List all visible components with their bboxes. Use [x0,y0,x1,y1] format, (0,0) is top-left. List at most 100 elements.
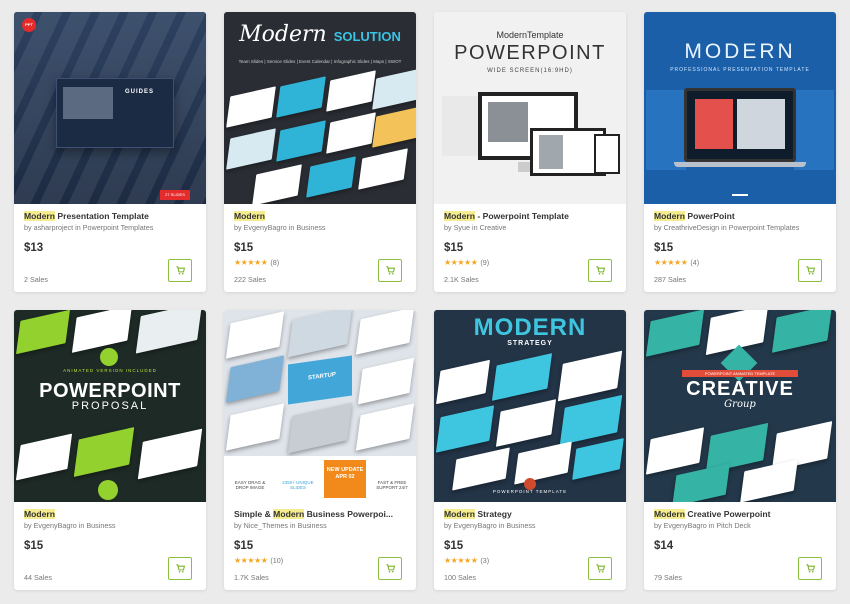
cart-icon [385,564,395,573]
cart-icon [175,564,185,573]
add-to-cart-button[interactable] [168,259,192,282]
product-author: by EvgenyBagro in Business [234,223,326,232]
ppt-badge: PPT [22,18,36,32]
review-count: (10) [270,556,284,565]
product-author: by EvgenyBagro in Business [24,521,116,530]
thumb-heading: MODERN [473,314,587,341]
add-to-cart-button[interactable] [168,557,192,580]
sales-count: 44 Sales [24,573,52,582]
thumb-tagline: ANIMATED VERSION INCLUDED [63,368,157,373]
product-card[interactable]: Modern SOLUTION Team Slides | Service Sl… [224,12,416,292]
category-link[interactable]: Powerpoint Templates [729,223,800,232]
author-link[interactable]: Nice_Themes [244,521,288,530]
sales-count: 100 Sales [444,573,476,582]
product-thumbnail[interactable]: POWERPOINT ANIMATED TEMPLATE CREATIVE Gr… [644,310,836,502]
thumb-subtitle: PROFESSIONAL PRESENTATION TEMPLATE [670,67,810,73]
product-card[interactable]: POWERPOINT ANIMATED TEMPLATE CREATIVE Gr… [644,310,836,590]
feature-tile: EASY DRAG & DROP IMAGE [234,480,266,490]
author-link[interactable]: asharproject [34,223,74,232]
sales-count: 79 Sales [654,573,682,582]
product-title[interactable]: Simple & Modern Business Powerpoi... [234,508,406,520]
star-rating-icon: ★★★★★ [444,556,478,565]
product-price: $15 [444,242,464,254]
product-price: $15 [24,540,44,552]
cart-icon [595,266,605,275]
cart-icon [175,266,185,275]
product-title[interactable]: Modern Strategy [444,508,616,520]
feature-tile: FAST & FREE SUPPORT 24/7 [376,480,408,490]
product-thumbnail[interactable]: STARTUP EASY DRAG & DROP IMAGE 2350+ UNI… [224,310,416,502]
add-to-cart-button[interactable] [588,557,612,580]
product-title[interactable]: Modern [234,210,406,222]
thumb-line: ModernTemplate [496,30,564,40]
sales-count: 287 Sales [654,275,686,284]
product-price: $15 [234,540,254,552]
cart-icon [595,564,605,573]
product-thumbnail[interactable]: ModernTemplate POWERPOINT WIDE SCREEN(16… [434,12,626,204]
category-link[interactable]: Pitch Deck [716,521,750,530]
slides-tag: 27 SLIDES [160,190,190,200]
category-link[interactable]: Business [506,521,535,530]
author-link[interactable]: CreathriveDesign [664,223,720,232]
product-author: by EvgenyBagro in Pitch Deck [654,521,751,530]
product-title[interactable]: Modern Presentation Template [24,210,196,222]
product-title[interactable]: Modern Creative Powerpoint [654,508,826,520]
thumb-heading: MODERN [684,40,796,63]
product-card[interactable]: MODERN STRATEGY POWERPOINT TEMPLATE Mode… [434,310,626,590]
category-link[interactable]: Business [86,521,115,530]
product-card[interactable]: STARTUP EASY DRAG & DROP IMAGE 2350+ UNI… [224,310,416,590]
product-price: $14 [654,540,674,552]
product-price: $15 [444,540,464,552]
product-card[interactable]: PPT GUIDES 27 SLIDES Modern Presentation… [14,12,206,292]
add-to-cart-button[interactable] [588,259,612,282]
author-link[interactable]: EvgenyBagro [664,521,707,530]
product-thumbnail[interactable]: MODERN PROFESSIONAL PRESENTATION TEMPLAT… [644,12,836,204]
author-link[interactable]: EvgenyBagro [244,223,287,232]
product-title[interactable]: Modern PowerPoint [654,210,826,222]
cart-icon [805,564,815,573]
add-to-cart-button[interactable] [378,557,402,580]
product-card[interactable]: ANIMATED VERSION INCLUDED POWERPOINT PRO… [14,310,206,590]
category-link[interactable]: Business [296,223,325,232]
star-rating-icon: ★★★★★ [234,258,268,267]
product-grid: PPT GUIDES 27 SLIDES Modern Presentation… [14,12,836,590]
author-link[interactable]: Syue [454,223,470,232]
cart-icon [385,266,395,275]
update-tile: NEW UPDATE APR 02 [324,460,366,498]
product-thumbnail[interactable]: ANIMATED VERSION INCLUDED POWERPOINT PRO… [14,310,206,502]
review-count: (3) [480,556,490,565]
star-rating-icon: ★★★★★ [444,258,478,267]
cart-icon [805,266,815,275]
thumb-footer: POWERPOINT TEMPLATE [492,489,568,494]
product-author: by Syue in Creative [444,223,507,232]
category-link[interactable]: Creative [480,223,507,232]
sales-count: 2.1K Sales [444,275,479,284]
add-to-cart-button[interactable] [378,259,402,282]
category-link[interactable]: Powerpoint Templates [83,223,154,232]
star-rating-icon: ★★★★★ [234,556,268,565]
thumb-subtitle: STRATEGY [507,340,553,347]
product-thumbnail[interactable]: PPT GUIDES 27 SLIDES [14,12,206,204]
add-to-cart-button[interactable] [798,259,822,282]
thumb-tagline: POWERPOINT ANIMATED TEMPLATE [682,370,798,377]
product-author: by asharproject in Powerpoint Templates [24,223,154,232]
product-price: $15 [654,242,674,254]
sales-count: 2 Sales [24,275,48,284]
author-link[interactable]: EvgenyBagro [34,521,77,530]
product-card[interactable]: ModernTemplate POWERPOINT WIDE SCREEN(16… [434,12,626,292]
author-link[interactable]: EvgenyBagro [454,521,497,530]
product-title[interactable]: Modern - Powerpoint Template [444,210,616,222]
product-title[interactable]: Modern [24,508,196,520]
product-price: $15 [234,242,254,254]
sales-count: 222 Sales [234,275,266,284]
thumb-heading: STARTUP [288,355,352,405]
review-count: (8) [270,258,280,267]
add-to-cart-button[interactable] [798,557,822,580]
product-card[interactable]: MODERN PROFESSIONAL PRESENTATION TEMPLAT… [644,12,836,292]
product-thumbnail[interactable]: Modern SOLUTION Team Slides | Service Sl… [224,12,416,204]
category-link[interactable]: Business [298,521,327,530]
star-rating-icon: ★★★★★ [654,258,688,267]
product-thumbnail[interactable]: MODERN STRATEGY POWERPOINT TEMPLATE [434,310,626,502]
thumb-subtitle: Team Slides | Service Slides | Event Cal… [238,59,402,64]
product-price: $13 [24,242,44,254]
